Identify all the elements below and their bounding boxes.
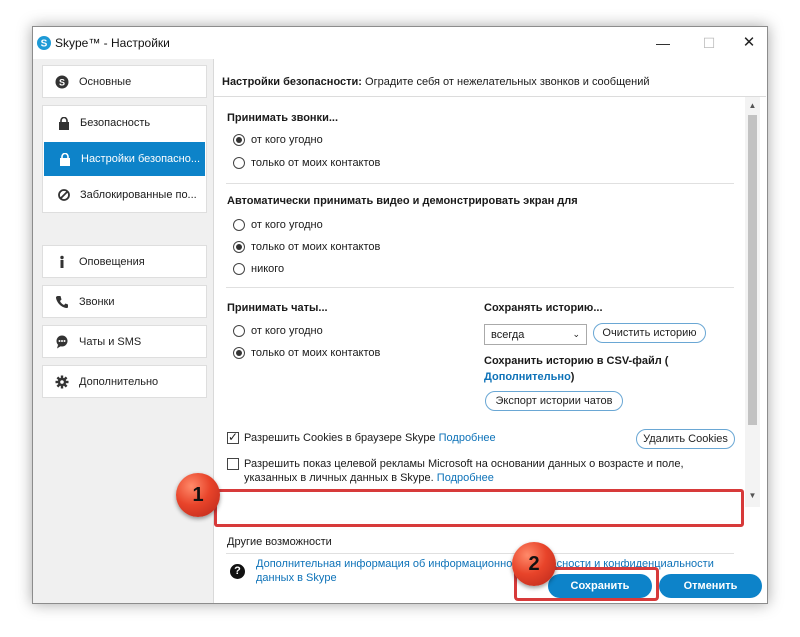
checkbox-box bbox=[227, 430, 239, 444]
csv-close-paren: ) bbox=[570, 371, 575, 383]
radio-dot bbox=[233, 241, 245, 253]
export-history-button[interactable]: Экспорт истории чатов bbox=[485, 391, 623, 411]
lock-icon bbox=[58, 117, 70, 130]
sidebar-group-security: Безопасность Настройки безопасно... Забл… bbox=[42, 105, 207, 213]
ads-highlight-frame bbox=[214, 489, 744, 527]
radio-dot bbox=[233, 134, 245, 146]
checkbox-box bbox=[227, 458, 239, 470]
sidebar-item-advanced[interactable]: Дополнительно bbox=[42, 365, 207, 398]
sidebar: S Основные Безопасность Настройки безопа… bbox=[33, 59, 213, 603]
calls-radio-contacts[interactable]: только от моих контактов bbox=[233, 157, 380, 169]
sidebar-item-chats[interactable]: Чаты и SMS bbox=[42, 325, 207, 358]
scroll-down-icon[interactable]: ▼ bbox=[747, 491, 758, 501]
divider bbox=[226, 553, 734, 554]
scroll-up-icon[interactable]: ▲ bbox=[747, 101, 758, 111]
radio-label: от кого угодно bbox=[251, 325, 323, 337]
close-button[interactable]: ✕ bbox=[737, 33, 761, 53]
history-select[interactable]: всегда ⌄ bbox=[484, 324, 587, 345]
window-title: Skype™ - Настройки bbox=[55, 36, 170, 50]
radio-label: никого bbox=[251, 263, 285, 275]
other-title: Другие возможности bbox=[227, 536, 332, 548]
sidebar-item-general[interactable]: S Основные bbox=[42, 65, 207, 98]
cookies-label: Разрешить Cookies в браузере Skype Подро… bbox=[244, 432, 496, 444]
radio-label: от кого угодно bbox=[251, 134, 323, 146]
sidebar-item-security[interactable]: Безопасность bbox=[43, 106, 206, 140]
scrollbar[interactable]: ▲ ▼ bbox=[745, 97, 760, 507]
csv-line: Дополнительно) bbox=[484, 371, 574, 383]
video-title: Автоматически принимать видео и демонстр… bbox=[227, 195, 578, 207]
sidebar-item-label: Оповещения bbox=[79, 255, 145, 268]
settings-window: S Skype™ - Настройки — ☐ ✕ S Основные Бе… bbox=[32, 26, 768, 604]
maximize-button[interactable]: ☐ bbox=[697, 33, 721, 53]
video-radio-nobody[interactable]: никого bbox=[233, 263, 284, 275]
phone-icon bbox=[55, 295, 69, 309]
chats-radio-contacts[interactable]: только от моих контактов bbox=[233, 347, 380, 359]
chats-title: Принимать чаты... bbox=[227, 302, 328, 314]
delete-cookies-button[interactable]: Удалить Cookies bbox=[636, 429, 735, 449]
step-badge-2: 2 bbox=[512, 542, 556, 586]
chat-icon bbox=[55, 335, 69, 349]
lock-icon bbox=[59, 153, 71, 166]
page-title-bold: Настройки безопасности: bbox=[222, 76, 362, 88]
gear-icon bbox=[55, 375, 69, 389]
sidebar-item-label: Звонки bbox=[79, 295, 115, 308]
radio-dot bbox=[233, 157, 245, 169]
history-select-value: всегда bbox=[491, 328, 525, 341]
radio-dot bbox=[233, 219, 245, 231]
video-radio-contacts[interactable]: только от моих контактов bbox=[233, 241, 380, 253]
radio-dot bbox=[233, 325, 245, 337]
sidebar-item-label: Настройки безопасно... bbox=[81, 153, 201, 165]
settings-content: Принимать звонки... от кого угодно тольк… bbox=[214, 97, 766, 503]
svg-text:S: S bbox=[59, 77, 65, 87]
csv-more-link[interactable]: Дополнительно bbox=[484, 371, 571, 383]
sidebar-item-calls[interactable]: Звонки bbox=[42, 285, 207, 318]
history-title: Сохранять историю... bbox=[484, 302, 603, 314]
cancel-button[interactable]: Отменить bbox=[659, 574, 762, 598]
radio-label: только от моих контактов bbox=[251, 347, 381, 359]
radio-label: от кого угодно bbox=[251, 219, 323, 231]
sidebar-item-label: Чаты и SMS bbox=[79, 335, 142, 348]
scroll-thumb[interactable] bbox=[748, 115, 757, 425]
minimize-button[interactable]: — bbox=[651, 33, 675, 53]
calls-radio-anyone[interactable]: от кого угодно bbox=[233, 134, 323, 146]
chevron-down-icon: ⌄ bbox=[572, 329, 580, 339]
svg-text:S: S bbox=[41, 39, 48, 50]
page-title-rest: Оградите себя от нежелательных звонков и… bbox=[361, 76, 650, 88]
cookies-more-link[interactable]: Подробнее bbox=[439, 432, 496, 444]
sidebar-item-label: Безопасность bbox=[80, 117, 151, 129]
clear-history-button[interactable]: Очистить историю bbox=[593, 323, 706, 343]
title-bar: S Skype™ - Настройки — ☐ ✕ bbox=[33, 27, 767, 59]
sidebar-item-security-settings[interactable]: Настройки безопасно... bbox=[44, 142, 205, 176]
radio-label: только от моих контактов bbox=[251, 241, 381, 253]
page-title: Настройки безопасности: Оградите себя от… bbox=[214, 69, 766, 97]
video-radio-anyone[interactable]: от кого угодно bbox=[233, 219, 323, 231]
divider bbox=[226, 287, 734, 288]
skype-icon: S bbox=[55, 75, 69, 89]
skype-icon: S bbox=[37, 36, 51, 50]
radio-dot bbox=[233, 347, 245, 359]
ads-more-link[interactable]: Подробнее bbox=[437, 472, 494, 484]
ads-label: Разрешить показ целевой рекламы Microsof… bbox=[244, 458, 684, 484]
sidebar-item-blocked[interactable]: Заблокированные по... bbox=[43, 178, 206, 212]
step-badge-1: 1 bbox=[176, 473, 220, 517]
ads-checkbox[interactable]: Разрешить показ целевой рекламы Microsof… bbox=[227, 457, 737, 485]
help-icon: ? bbox=[230, 564, 245, 579]
sidebar-item-label: Заблокированные по... bbox=[80, 189, 197, 201]
radio-label: только от моих контактов bbox=[251, 157, 381, 169]
sidebar-item-label: Дополнительно bbox=[79, 375, 159, 388]
block-icon bbox=[58, 189, 70, 201]
info-icon bbox=[55, 255, 69, 269]
cookies-checkbox[interactable]: Разрешить Cookies в браузере Skype Подро… bbox=[227, 430, 496, 444]
csv-title: Сохранить историю в CSV-файл ( bbox=[484, 355, 668, 367]
main-panel: Настройки безопасности: Оградите себя от… bbox=[213, 59, 767, 603]
sidebar-item-notifications[interactable]: Оповещения bbox=[42, 245, 207, 278]
csv-title-text: Сохранить историю в CSV-файл ( bbox=[484, 355, 669, 367]
radio-dot bbox=[233, 263, 245, 275]
divider bbox=[226, 183, 734, 184]
sidebar-item-label: Основные bbox=[79, 75, 132, 88]
chats-radio-anyone[interactable]: от кого угодно bbox=[233, 325, 323, 337]
calls-title: Принимать звонки... bbox=[227, 112, 338, 124]
